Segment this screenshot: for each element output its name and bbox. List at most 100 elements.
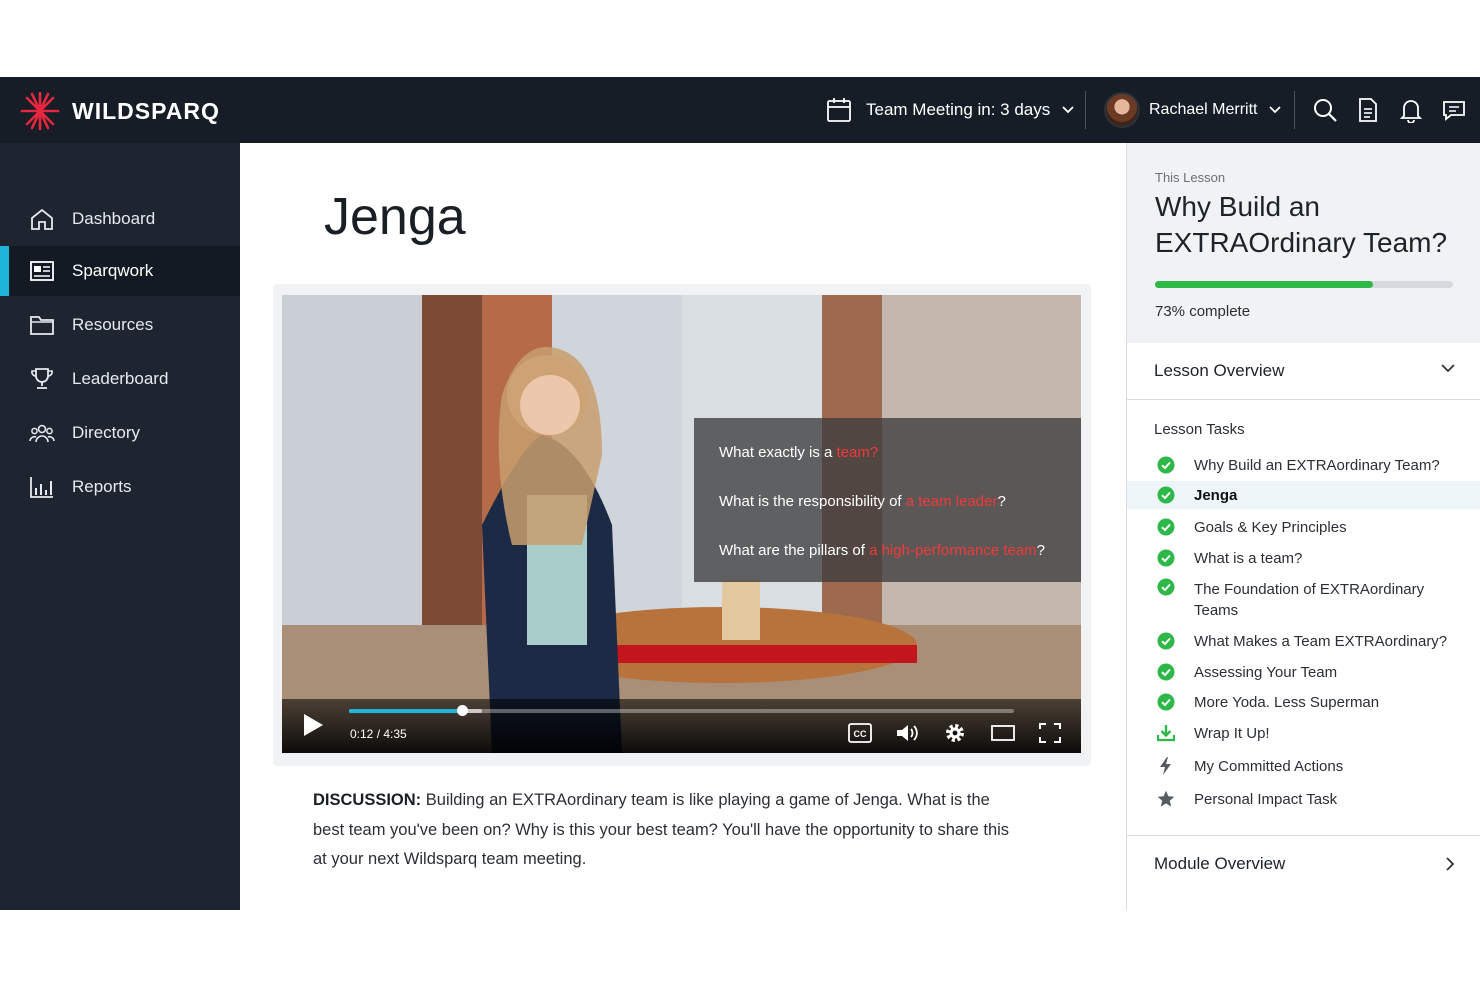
closed-captions-icon[interactable]: CC [848, 723, 872, 743]
question-text: What exactly is a [719, 444, 837, 461]
folder-icon [30, 316, 54, 335]
lesson-task-item[interactable]: Assessing Your Team [1127, 658, 1480, 686]
lesson-progress-fill [1155, 281, 1373, 288]
lesson-task-label: Jenga [1194, 487, 1238, 504]
lesson-task-label: More Yoda. Less Superman [1194, 694, 1380, 711]
question-suffix: ? [997, 493, 1006, 510]
module-overview-label: Module Overview [1154, 854, 1286, 873]
sidebar-item-label: Reports [72, 477, 132, 496]
chevron-down-icon [1269, 106, 1282, 114]
lesson-task-label: Why Build an EXTRAordinary Team? [1194, 457, 1440, 474]
lesson-task-label: Assessing Your Team [1194, 664, 1338, 681]
top-bar: WILDSPARQ Team Meeting in: 3 days Rachae… [0, 77, 1480, 143]
app-window: WILDSPARQ Team Meeting in: 3 days Rachae… [0, 77, 1480, 910]
sidebar-item-label: Directory [72, 423, 141, 442]
module-overview-toggle[interactable]: Module Overview [1127, 835, 1480, 892]
wildsparq-logo-icon [20, 91, 60, 131]
video-player[interactable]: What exactly is a team? What is the resp… [282, 295, 1081, 753]
home-icon [31, 208, 53, 230]
chevron-right-icon [1446, 857, 1455, 871]
chart-icon [30, 477, 53, 498]
lesson-tasks-label: Lesson Tasks [1154, 421, 1245, 438]
check-circle-icon [1157, 518, 1175, 536]
lesson-overview-label: Lesson Overview [1154, 361, 1285, 380]
lesson-task-label: What is a team? [1194, 550, 1303, 567]
lesson-task-item[interactable]: Wrap It Up! [1127, 719, 1480, 747]
seek-bar[interactable] [349, 705, 1014, 716]
lesson-task-item[interactable]: More Yoda. Less Superman [1127, 688, 1480, 716]
sidebar-item-resources[interactable]: Resources [0, 300, 240, 350]
sidebar-item-leaderboard[interactable]: Leaderboard [0, 354, 240, 404]
user-menu[interactable]: Rachael Merritt [1104, 92, 1282, 128]
question-text: What is the responsibility of [719, 493, 906, 510]
lesson-progress-text: 73% complete [1155, 303, 1251, 320]
newspaper-icon [30, 261, 54, 281]
header-divider [1085, 91, 1086, 129]
check-circle-icon [1157, 693, 1175, 711]
lesson-task-item[interactable]: What is a team? [1127, 544, 1480, 572]
sidebar-item-label: Resources [72, 315, 154, 334]
lesson-task-item[interactable]: The Foundation of EXTRAordinary Teams [1127, 575, 1480, 619]
settings-gear-icon[interactable] [944, 722, 966, 744]
sidebar-item-dashboard[interactable]: Dashboard [0, 194, 240, 244]
star-icon [1157, 790, 1175, 808]
team-meeting-label: Team Meeting in: 3 days [866, 100, 1051, 119]
chevron-down-icon [1062, 106, 1074, 114]
this-lesson-label: This Lesson [1155, 170, 1226, 185]
volume-icon[interactable] [896, 723, 920, 743]
lesson-header: This Lesson Why Build an EXTRAOrdinary T… [1127, 143, 1480, 343]
sidebar-item-directory[interactable]: Directory [0, 408, 240, 458]
lesson-task-item[interactable]: Personal Impact Task [1127, 785, 1480, 813]
lesson-task-item[interactable]: Jenga [1127, 481, 1480, 509]
header-divider [1294, 91, 1295, 129]
bell-icon[interactable] [1398, 97, 1424, 124]
lesson-task-item[interactable]: Goals & Key Principles [1127, 513, 1480, 541]
header-actions [1312, 97, 1467, 124]
team-meeting-dropdown[interactable]: Team Meeting in: 3 days [826, 97, 1088, 123]
question-highlight: a team leader [905, 493, 998, 510]
question-3: What are the pillars of a high-performan… [719, 542, 1045, 559]
lesson-task-item[interactable]: My Committed Actions [1127, 752, 1480, 780]
avatar [1104, 92, 1140, 128]
page-title: Jenga [324, 188, 466, 246]
chevron-down-icon [1441, 364, 1455, 373]
lesson-task-item[interactable]: Why Build an EXTRAordinary Team? [1127, 451, 1480, 479]
svg-text:CC: CC [854, 729, 867, 739]
sidebar-item-label: Sparqwork [72, 261, 154, 280]
lesson-task-label: The Foundation of EXTRAordinary Teams [1194, 581, 1425, 619]
document-icon[interactable] [1355, 97, 1381, 123]
check-circle-icon [1157, 663, 1175, 681]
check-circle-icon [1157, 549, 1175, 567]
discussion-label: DISCUSSION: [313, 791, 422, 809]
lesson-title: Why Build an EXTRAOrdinary Team? [1155, 191, 1448, 258]
check-circle-icon [1157, 632, 1175, 650]
lesson-task-label: Personal Impact Task [1194, 791, 1338, 808]
sidebar: Dashboard Sparqwork Resources Leaderboar… [0, 143, 240, 910]
lesson-overview-toggle[interactable]: Lesson Overview [1127, 343, 1480, 400]
chat-icon[interactable] [1441, 97, 1467, 123]
lightning-icon [1157, 757, 1175, 775]
lesson-task-label: Goals & Key Principles [1194, 519, 1347, 536]
download-icon [1156, 724, 1176, 742]
video-controls: 0:12 / 4:35 CC [282, 699, 1081, 753]
play-icon[interactable] [302, 713, 324, 737]
people-icon [29, 424, 55, 443]
sidebar-item-label: Dashboard [72, 209, 156, 228]
lesson-progress-bar [1155, 281, 1453, 288]
check-circle-icon [1157, 578, 1175, 596]
check-circle-icon [1157, 456, 1175, 474]
theater-mode-icon[interactable] [991, 725, 1015, 741]
sidebar-item-sparqwork[interactable]: Sparqwork [0, 246, 240, 296]
discussion-text: DISCUSSION: Building an EXTRAordinary te… [313, 786, 1013, 875]
seek-handle[interactable] [457, 705, 469, 716]
lesson-task-label: Wrap It Up! [1194, 725, 1270, 742]
sidebar-item-reports[interactable]: Reports [0, 462, 240, 512]
lesson-task-item[interactable]: What Makes a Team EXTRAordinary? [1127, 627, 1480, 655]
search-icon[interactable] [1312, 97, 1338, 123]
fullscreen-icon[interactable] [1039, 723, 1061, 743]
check-circle-icon [1157, 486, 1175, 504]
main-content: Jenga What exactly is a team? What is th… [240, 143, 1126, 910]
logo[interactable]: WILDSPARQ [20, 91, 220, 131]
question-2: What is the responsibility of a team lea… [719, 493, 1006, 510]
questions-overlay: What exactly is a team? What is the resp… [694, 418, 1081, 582]
